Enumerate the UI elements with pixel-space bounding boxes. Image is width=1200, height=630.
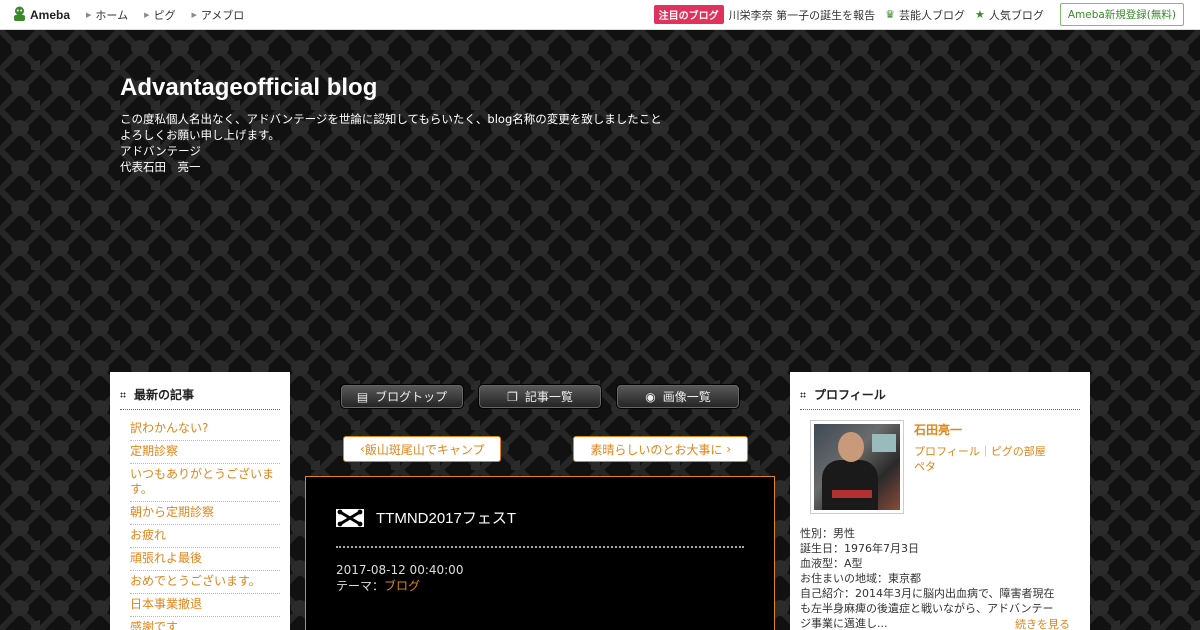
recent-entry-link[interactable]: いつもありがとうございます。 bbox=[130, 464, 280, 502]
next-entry-label: 素晴らしいのとお大事に bbox=[590, 442, 723, 457]
nav-pigg-label: ピグ bbox=[153, 8, 176, 22]
blog-entry: TTMND2017フェスT 2017-08-12 00:40:00 テーマ：ブロ… bbox=[305, 476, 775, 630]
recent-entries-heading: 最新の記事 bbox=[120, 386, 280, 410]
entry-title[interactable]: TTMND2017フェスT bbox=[376, 507, 516, 528]
hot-blog-badge: 注目のブログ bbox=[653, 5, 724, 24]
prev-entry-label: 飯山斑尾山でキャンプ bbox=[364, 442, 485, 457]
profile-heading: プロフィール bbox=[800, 386, 1080, 410]
profile-panel: プロフィール 石田亮一 プロフィール｜ピグの部屋 ペタ 性別：男性 誕生日：19… bbox=[790, 372, 1090, 630]
popular-blog-link[interactable]: ★ 人気ブログ bbox=[975, 7, 1044, 23]
profile-summary: 石田亮一 プロフィール｜ピグの部屋 ペタ bbox=[800, 420, 1080, 514]
entry-pager: ‹ 飯山斑尾山でキャンプ 素晴らしいのとお大事に › bbox=[343, 436, 748, 462]
nav-pigg[interactable]: ▶ ピグ bbox=[144, 7, 175, 23]
profile-detail-line: も左半身麻痺の後遺症と戦いながら、アドバンテー bbox=[800, 602, 1054, 615]
avatar-photo bbox=[814, 424, 900, 510]
recent-entries-panel: 最新の記事 訳わかんない? 定期診察 いつもありがとうございます。 朝から定期診… bbox=[110, 372, 290, 630]
recent-entries-title: 最新の記事 bbox=[134, 388, 195, 402]
signup-button[interactable]: Ameba新規登録(無料) bbox=[1059, 3, 1184, 26]
tab-entry-list[interactable]: ❐ 記事一覧 bbox=[478, 384, 602, 409]
blog-description-line: 代表石田 亮一 bbox=[120, 160, 201, 174]
entry-theme: テーマ：ブログ bbox=[336, 578, 744, 594]
profile-pigg-links[interactable]: プロフィール｜ピグの部屋 bbox=[914, 444, 1046, 459]
celebrity-blog-label: 芸能人ブログ bbox=[898, 8, 965, 22]
profile-info: 石田亮一 プロフィール｜ピグの部屋 ペタ bbox=[914, 420, 1046, 514]
recent-entry-link[interactable]: お疲れ bbox=[130, 525, 280, 548]
profile-detail-line: 誕生日：1976年7月3日 bbox=[800, 542, 919, 555]
profile-detail-line: 性別：男性 bbox=[800, 527, 855, 540]
profile-title: プロフィール bbox=[814, 388, 886, 402]
recent-entry-link[interactable]: 定期診察 bbox=[130, 441, 280, 464]
triangle-right-icon: ▶ bbox=[86, 10, 92, 19]
dots-icon bbox=[120, 391, 126, 398]
entry-separator bbox=[336, 546, 744, 550]
recent-entry-link[interactable]: 感謝です bbox=[130, 617, 280, 630]
blog-description-line: よろしくお願い申し上げます。 bbox=[120, 128, 280, 142]
main-column: ▤ ブログトップ ❐ 記事一覧 ◉ 画像一覧 ‹ 飯山斑尾山でキャンプ 素晴らしいのとお… bbox=[305, 372, 775, 630]
next-entry-button[interactable]: 素晴らしいのとお大事に › bbox=[573, 436, 748, 462]
tab-image-list[interactable]: ◉ 画像一覧 bbox=[616, 384, 740, 409]
tab-blog-top[interactable]: ▤ ブログトップ bbox=[340, 384, 464, 409]
recent-entry-link[interactable]: おめでとうございます。 bbox=[130, 571, 280, 594]
peta-link[interactable]: ペタ bbox=[914, 459, 1046, 474]
tab-entry-list-label: 記事一覧 bbox=[524, 390, 573, 404]
profile-detail-line: お住まいの地域：東京都 bbox=[800, 572, 921, 585]
crown-icon: ♛ bbox=[885, 8, 895, 21]
ameba-logo-icon bbox=[14, 6, 25, 21]
dots-icon bbox=[800, 391, 806, 398]
ameba-header-bar: Ameba ▶ ホーム ▶ ピグ ▶ アメブロ 注目のブログ 川栄李奈 第一子の誕生を… bbox=[0, 0, 1200, 30]
blog-title[interactable]: Advantageofficial blog bbox=[120, 74, 377, 102]
profile-details: 性別：男性 誕生日：1976年7月3日 血液型：A型 お住まいの地域：東京都 自… bbox=[800, 526, 1080, 630]
recent-entry-link[interactable]: 日本事業撤退 bbox=[130, 594, 280, 617]
tab-image-list-label: 画像一覧 bbox=[662, 390, 711, 404]
entry-meta: 2017-08-12 00:40:00 テーマ：ブログ bbox=[336, 562, 744, 594]
ameba-logo-text: Ameba bbox=[30, 7, 71, 22]
hot-blog-link[interactable]: 川栄李奈 第一子の誕生を報告 bbox=[729, 7, 876, 23]
profile-links: プロフィール｜ピグの部屋 ペタ bbox=[914, 444, 1046, 474]
camera-icon: ◉ bbox=[645, 389, 656, 404]
prev-entry-button[interactable]: ‹ 飯山斑尾山でキャンプ bbox=[343, 436, 502, 462]
blog-tabs: ▤ ブログトップ ❐ 記事一覧 ◉ 画像一覧 bbox=[305, 384, 775, 409]
entry-theme-link[interactable]: ブログ bbox=[384, 579, 420, 593]
blog-description-line: アドバンテージ bbox=[120, 144, 201, 158]
ameba-logo[interactable]: Ameba bbox=[12, 6, 70, 23]
nav-home-label: ホーム bbox=[95, 8, 129, 22]
avatar[interactable] bbox=[810, 420, 904, 514]
nav-ameblo-label: アメブロ bbox=[200, 8, 245, 22]
profile-detail-line: 血液型：A型 bbox=[800, 557, 863, 570]
tab-blog-top-label: ブログトップ bbox=[375, 390, 448, 404]
popular-blog-label: 人気ブログ bbox=[988, 8, 1044, 22]
profile-detail-line: 自己紹介：2014年3月に脳内出血病で、障害者現在 bbox=[800, 587, 1055, 600]
recent-entry-link[interactable]: 朝から定期診察 bbox=[130, 502, 280, 525]
star-icon: ★ bbox=[974, 8, 985, 21]
blog-description: この度私個人名出なく、アドバンテージを世論に認知してもらいたく、blog名称の変… bbox=[120, 111, 720, 175]
chevron-right-icon: › bbox=[722, 442, 731, 456]
nav-ameblo[interactable]: ▶ アメブロ bbox=[191, 7, 244, 23]
blog-description-line: この度私個人名出なく、アドバンテージを世論に認知してもらいたく、blog名称の変… bbox=[120, 112, 662, 126]
entry-datetime: 2017-08-12 00:40:00 bbox=[336, 563, 464, 577]
entry-theme-label: テーマ： bbox=[336, 579, 385, 593]
nav-home[interactable]: ▶ ホーム bbox=[86, 7, 128, 23]
recent-entry-link[interactable]: 訳わかんない? bbox=[130, 418, 280, 441]
celebrity-blog-link[interactable]: ♛ 芸能人ブログ bbox=[885, 7, 965, 23]
triangle-right-icon: ▶ bbox=[191, 10, 197, 19]
document-icon: ▤ bbox=[356, 389, 369, 404]
crossbones-icon bbox=[336, 508, 364, 527]
profile-name[interactable]: 石田亮一 bbox=[914, 421, 1046, 438]
recent-entry-link[interactable]: 頑張れよ最後 bbox=[130, 548, 280, 571]
triangle-right-icon: ▶ bbox=[144, 10, 150, 19]
recent-entries-list: 訳わかんない? 定期診察 いつもありがとうございます。 朝から定期診察 お疲れ … bbox=[120, 418, 280, 630]
entry-heading: TTMND2017フェスT bbox=[336, 507, 744, 528]
documents-icon: ❐ bbox=[507, 389, 518, 404]
